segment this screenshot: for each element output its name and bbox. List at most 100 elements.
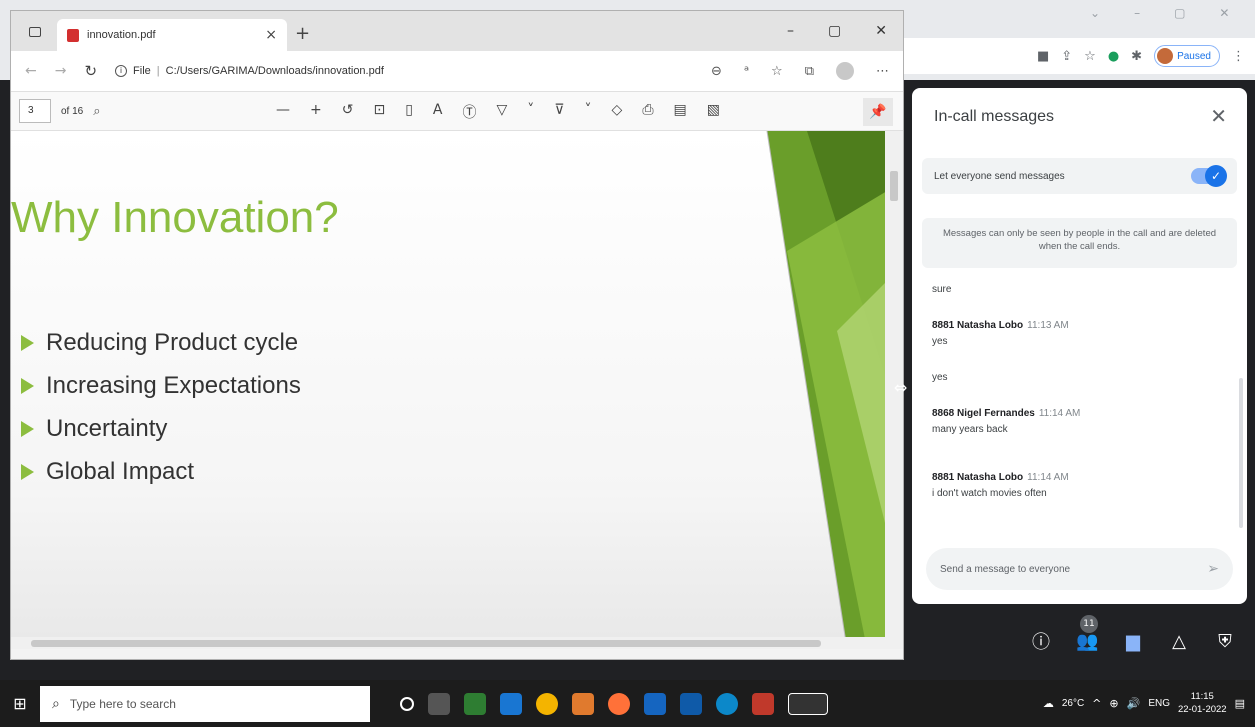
app-icon[interactable] (572, 692, 594, 715)
time: 11:15 (1190, 691, 1214, 703)
message-scrollbar[interactable] (1239, 378, 1243, 528)
page-view-icon[interactable]: ▯ (405, 102, 413, 122)
app-icon[interactable] (788, 692, 828, 715)
tab-innovation-pdf[interactable]: innovation.pdf × (57, 19, 287, 51)
taskbar-search-input[interactable]: ⌕ Type here to search (40, 685, 370, 722)
back-icon[interactable]: ← (25, 63, 37, 79)
paused-label: Paused (1177, 50, 1211, 62)
browser-actions: ⊖ ᵃ ☆ ⧉ ⋯ (711, 62, 889, 80)
read-aloud-icon[interactable]: ᵃ (744, 64, 749, 79)
chrome-window-controls: ⌄ – ▢ ✕ (1090, 6, 1229, 20)
download-icon[interactable] (500, 692, 522, 715)
chrome-icon[interactable] (536, 692, 558, 715)
print-icon[interactable]: ⎙ (642, 102, 653, 122)
chrome-toolbar: ■ ⇪ ☆ ● ✱ Paused ⋮ (900, 38, 1255, 74)
info-icon[interactable]: ⓘ (1030, 628, 1052, 654)
chevron-up-icon[interactable]: ^ (1092, 697, 1101, 710)
app-icon[interactable] (680, 692, 702, 715)
extension-puzzle-icon[interactable]: ✱ (1131, 49, 1142, 64)
people-icon[interactable]: 11 👥 (1076, 614, 1098, 652)
temperature[interactable]: 26°C (1062, 698, 1084, 709)
zoom-icon[interactable]: ⊖ (711, 64, 722, 79)
firefox-icon[interactable] (608, 692, 630, 715)
zoom-in-icon[interactable]: + (310, 102, 322, 122)
in-call-messages-panel: In-call messages ✕ Let everyone send mes… (912, 88, 1247, 604)
notifications-icon[interactable]: ▤ (1235, 697, 1245, 710)
language[interactable]: ENG (1148, 698, 1170, 709)
close-button[interactable]: ✕ (875, 23, 887, 39)
chat-icon[interactable]: ▆ (1122, 631, 1144, 652)
activities-icon[interactable]: △ (1168, 631, 1190, 652)
bookmark-star-icon[interactable]: ☆ (1084, 49, 1096, 64)
avatar[interactable] (836, 62, 854, 80)
bullet-item: Uncertainty (21, 407, 301, 450)
new-tab-button[interactable]: + (295, 23, 310, 44)
forward-icon[interactable]: → (55, 63, 67, 79)
zoom-out-icon[interactable]: — (276, 102, 290, 122)
edge-window-controls: – ▢ ✕ (787, 23, 887, 39)
collections-icon[interactable]: ⧉ (805, 64, 814, 79)
scroll-thumb[interactable] (890, 171, 898, 201)
horizontal-scrollbar[interactable] (11, 637, 887, 649)
allow-messages-toggle[interactable]: ✓ (1191, 165, 1227, 187)
text-icon[interactable]: Ⓣ (463, 102, 477, 122)
page-number-input[interactable]: 3 (19, 99, 51, 123)
message-text: yes (932, 372, 948, 383)
edge-tabstrip: innovation.pdf × + – ▢ ✕ (11, 11, 903, 51)
app-icon[interactable] (464, 692, 486, 715)
host-controls-icon[interactable]: ⛨ (1214, 631, 1236, 652)
close-icon[interactable]: ✕ (1210, 104, 1227, 128)
chrome-menu-icon[interactable]: ⋮ (1232, 49, 1245, 64)
chevron-down-icon[interactable]: ˅ (527, 102, 534, 122)
share-icon[interactable]: ⇪ (1061, 49, 1072, 64)
clock[interactable]: 11:15 22-01-2022 (1178, 691, 1227, 716)
volume-icon[interactable]: 🔊 (1127, 697, 1141, 710)
url-text: C:/Users/GARIMA/Downloads/innovation.pdf (165, 65, 384, 77)
app-icon[interactable] (752, 692, 774, 715)
tab-actions-icon[interactable] (29, 27, 41, 37)
save-as-icon[interactable]: ▧ (707, 102, 720, 122)
pin-toolbar-icon[interactable]: 📌 (863, 98, 893, 126)
read-aloud-icon[interactable]: A (433, 102, 443, 122)
reload-icon[interactable]: ↻ (84, 62, 97, 80)
chrome-tab-search-icon[interactable]: ⌄ (1090, 6, 1100, 20)
chevron-down-icon[interactable]: ˅ (585, 102, 592, 122)
close-tab-icon[interactable]: × (265, 27, 277, 43)
highlight-icon[interactable]: ⊽ (554, 102, 564, 122)
scroll-thumb[interactable] (31, 640, 821, 647)
cortana-icon[interactable] (400, 696, 414, 711)
extension-icon[interactable]: ● (1108, 49, 1119, 64)
chrome-close-button[interactable]: ✕ (1219, 6, 1229, 20)
minimize-button[interactable]: – (787, 23, 794, 39)
chrome-restore-button[interactable]: ▢ (1174, 6, 1185, 20)
draw-icon[interactable]: ▽ (497, 102, 508, 122)
message-compose-input[interactable]: Send a message to everyone ➢ (926, 548, 1233, 590)
network-icon[interactable]: ⊕ (1109, 697, 1118, 710)
bullet-arrow-icon (21, 377, 34, 394)
favorites-icon[interactable]: ☆ (771, 64, 783, 79)
search-icon[interactable]: ⌕ (93, 104, 100, 119)
profile-paused-button[interactable]: Paused (1154, 45, 1220, 67)
edge-icon[interactable] (716, 692, 738, 715)
bullet-item: Increasing Expectations (21, 364, 301, 407)
more-icon[interactable]: ⋯ (876, 64, 889, 79)
windows-start-icon[interactable]: ⊞ (0, 694, 40, 713)
message-time: 11:14 AM (1038, 408, 1081, 419)
avatar (1157, 48, 1174, 64)
app-icon[interactable] (644, 692, 666, 715)
message-text: sure (932, 284, 952, 295)
check-icon: ✓ (1205, 165, 1227, 187)
send-icon[interactable]: ➢ (1207, 561, 1219, 577)
erase-icon[interactable]: ◇ (612, 102, 623, 122)
search-placeholder: Type here to search (69, 696, 176, 711)
url-field[interactable]: i File | C:/Users/GARIMA/Downloads/innov… (115, 65, 384, 77)
camera-icon[interactable]: ■ (1037, 49, 1049, 64)
save-icon[interactable]: ▤ (674, 102, 687, 122)
weather-icon[interactable]: ☁ (1043, 697, 1054, 710)
fit-page-icon[interactable]: ⊡ (373, 102, 385, 122)
restore-button[interactable]: ▢ (828, 23, 841, 39)
info-icon[interactable]: i (115, 65, 128, 77)
chrome-minimize-button[interactable]: – (1134, 6, 1140, 20)
task-view-icon[interactable] (428, 692, 450, 715)
rotate-icon[interactable]: ↺ (342, 102, 354, 122)
